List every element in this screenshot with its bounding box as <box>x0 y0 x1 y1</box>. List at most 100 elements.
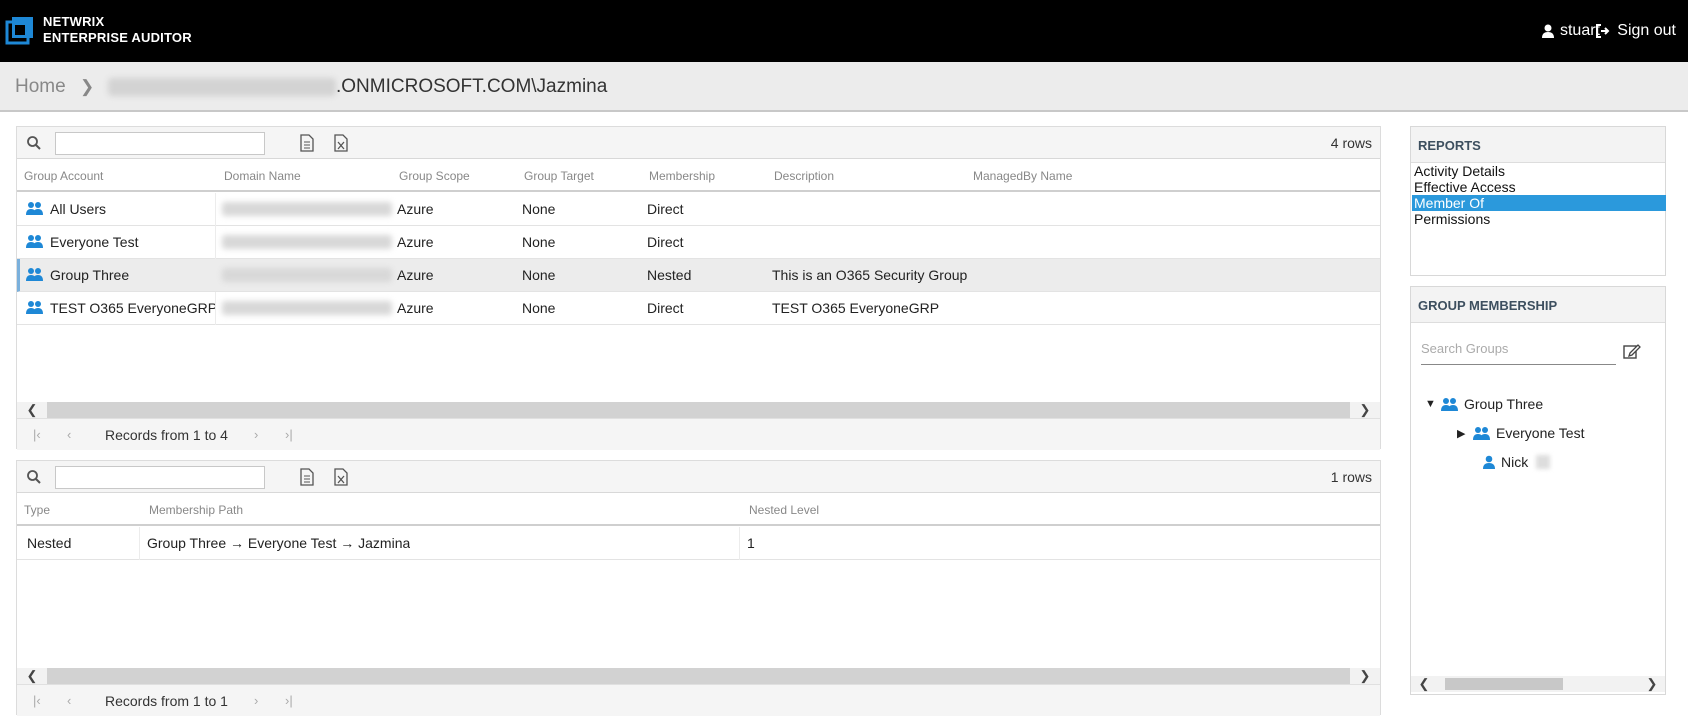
report-member-of[interactable]: Member Of <box>1412 195 1666 211</box>
cell-membership: Direct <box>647 234 684 250</box>
membership-path-grid: 1 rows Type Membership Path Nested Level… <box>16 460 1381 716</box>
cell-group-account: Everyone Test <box>50 234 139 250</box>
groups-grid: 4 rows Group Account Domain Name Group S… <box>16 126 1381 450</box>
prev-page-icon[interactable]: ‹ <box>67 427 71 442</box>
col-membership-path[interactable]: Membership Path <box>149 503 243 517</box>
breadcrumb-home-link[interactable]: Home <box>15 76 66 98</box>
report-effective-access[interactable]: Effective Access <box>1412 179 1666 195</box>
scroll-right-icon[interactable]: ❯ <box>1350 668 1380 684</box>
col-membership[interactable]: Membership <box>649 169 715 183</box>
prev-page-icon[interactable]: ‹ <box>67 693 71 708</box>
group-membership-title: GROUP MEMBERSHIP <box>1411 287 1665 323</box>
table-row[interactable]: TEST O365 EveryoneGRP Azure None Direct … <box>17 292 1380 325</box>
brand-line-1: NETWRIX <box>43 14 105 29</box>
redacted-domain <box>222 235 392 249</box>
scroll-right-icon[interactable]: ❯ <box>1639 676 1665 692</box>
last-page-icon[interactable]: ›| <box>285 693 293 708</box>
scroll-left-icon[interactable]: ❮ <box>17 402 47 418</box>
reports-title: REPORTS <box>1411 127 1665 163</box>
user-name: stuart <box>1559 22 1600 39</box>
table-row[interactable]: Everyone Test Azure None Direct <box>17 226 1380 259</box>
path-pager: |‹ ‹ Records from 1 to 1 › ›| <box>17 684 1380 716</box>
col-nested-level[interactable]: Nested Level <box>749 503 819 517</box>
cell-group-account: Group Three <box>50 267 130 283</box>
cell-membership-path: Group Three → Everyone Test → Jazmina <box>147 535 411 551</box>
next-page-icon[interactable]: › <box>254 427 258 442</box>
top-bar: NETWRIX ENTERPRISE AUDITOR stuart Sign o… <box>0 0 1688 62</box>
group-icon <box>26 235 43 248</box>
tree-node-label: Group Three <box>1464 396 1544 412</box>
excel-icon <box>334 134 348 152</box>
cell-group-target: None <box>522 234 556 250</box>
redacted-domain <box>222 202 392 216</box>
rows-count: 4 rows <box>1330 135 1372 151</box>
cell-membership: Direct <box>647 300 684 316</box>
user-icon <box>1483 455 1495 469</box>
export-document-button[interactable] <box>294 465 320 489</box>
report-permissions[interactable]: Permissions <box>1412 211 1666 227</box>
scrollbar-thumb[interactable] <box>1445 678 1563 690</box>
redacted-domain <box>222 268 392 282</box>
sign-out-button[interactable]: Sign out <box>1596 22 1676 40</box>
tree-node-label: Everyone Test <box>1496 425 1585 441</box>
horizontal-scrollbar[interactable]: ❮ ❯ <box>17 668 1380 684</box>
cell-group-account: TEST O365 EveryoneGRP <box>50 300 215 316</box>
user-menu[interactable]: stuart <box>1541 22 1600 40</box>
col-group-account[interactable]: Group Account <box>24 169 103 183</box>
path-filter-input[interactable] <box>55 466 265 489</box>
edit-icon[interactable] <box>1623 342 1641 360</box>
scroll-left-icon[interactable]: ❮ <box>1411 676 1437 692</box>
caret-right-icon[interactable]: ▶ <box>1457 427 1467 440</box>
cell-group-scope: Azure <box>397 300 434 316</box>
col-description[interactable]: Description <box>774 169 834 183</box>
cell-type: Nested <box>27 535 72 551</box>
export-document-button[interactable] <box>294 131 320 155</box>
tree-node-everyone-test[interactable]: ▶ Everyone Test <box>1457 425 1584 441</box>
col-domain-name[interactable]: Domain Name <box>224 169 301 183</box>
breadcrumb: Home ❯ .ONMICROSOFT.COM\Jazmina <box>0 62 1688 112</box>
cell-group-target: None <box>522 201 556 217</box>
horizontal-scrollbar[interactable]: ❮ ❯ <box>1411 676 1665 692</box>
scroll-right-icon[interactable]: ❯ <box>1350 402 1380 418</box>
col-type[interactable]: Type <box>24 503 50 517</box>
col-managedby-name[interactable]: ManagedBy Name <box>973 169 1072 183</box>
pager-label: Records from 1 to 4 <box>105 427 228 443</box>
first-page-icon[interactable]: |‹ <box>33 693 41 708</box>
group-icon <box>1473 426 1490 440</box>
group-icon <box>1441 397 1458 411</box>
next-page-icon[interactable]: › <box>254 693 258 708</box>
caret-down-icon[interactable]: ▼ <box>1425 398 1436 410</box>
tree-node-nick[interactable]: Nick <box>1483 454 1551 470</box>
path-toolbar: 1 rows <box>17 461 1380 493</box>
table-row[interactable]: Nested Group Three → Everyone Test → Jaz… <box>17 527 1380 560</box>
tree-node-group-three[interactable]: ▼ Group Three <box>1425 396 1543 412</box>
table-row-selected[interactable]: Group Three Azure None Nested This is an… <box>17 259 1380 292</box>
search-groups-input[interactable]: Search Groups <box>1421 335 1616 365</box>
redacted-surname <box>1536 455 1551 469</box>
groups-filter-input[interactable] <box>55 132 265 155</box>
report-activity-details[interactable]: Activity Details <box>1412 163 1666 179</box>
scroll-left-icon[interactable]: ❮ <box>17 668 47 684</box>
brand-title: NETWRIX ENTERPRISE AUDITOR <box>43 14 192 46</box>
cell-group-scope: Azure <box>397 267 434 283</box>
col-group-scope[interactable]: Group Scope <box>399 169 470 183</box>
cell-group-scope: Azure <box>397 234 434 250</box>
groups-table-header: Group Account Domain Name Group Scope Gr… <box>17 159 1380 192</box>
col-group-target[interactable]: Group Target <box>524 169 594 183</box>
netwrix-logo-icon <box>5 17 33 45</box>
group-icon <box>26 301 43 314</box>
horizontal-scrollbar[interactable]: ❮ ❯ <box>17 402 1380 418</box>
table-row[interactable]: All Users Azure None Direct <box>17 193 1380 226</box>
path-table-header: Type Membership Path Nested Level <box>17 493 1380 526</box>
group-icon <box>26 202 43 215</box>
reports-panel: REPORTS Activity Details Effective Acces… <box>1410 126 1666 276</box>
export-excel-button[interactable] <box>328 465 354 489</box>
document-icon <box>300 468 314 486</box>
first-page-icon[interactable]: |‹ <box>33 427 41 442</box>
cell-description: TEST O365 EveryoneGRP <box>772 300 940 316</box>
export-excel-button[interactable] <box>328 131 354 155</box>
cell-group-target: None <box>522 300 556 316</box>
sign-out-label: Sign out <box>1617 22 1676 39</box>
last-page-icon[interactable]: ›| <box>285 427 293 442</box>
cell-nested-level: 1 <box>747 535 755 551</box>
